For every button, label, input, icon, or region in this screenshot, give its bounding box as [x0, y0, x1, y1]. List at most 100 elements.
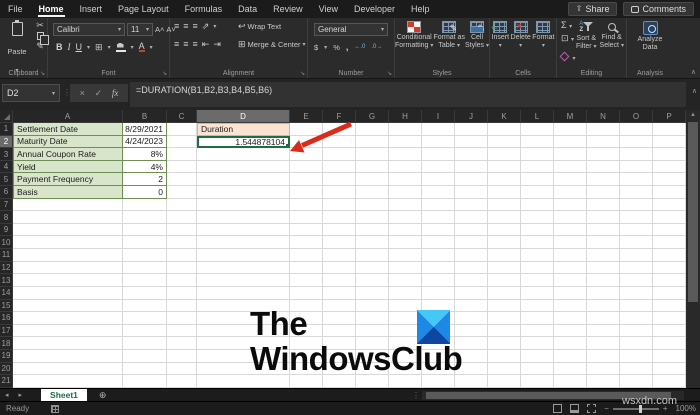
cell-G21[interactable] [356, 375, 389, 388]
cell-G11[interactable] [356, 249, 389, 262]
column-header-B[interactable]: B [123, 110, 167, 123]
insert-function-icon[interactable]: fx [112, 88, 119, 98]
cell-K21[interactable] [488, 375, 521, 388]
comments-button[interactable]: Comments [623, 2, 694, 16]
tab-file[interactable]: File [0, 0, 31, 18]
cell-F11[interactable] [323, 249, 356, 262]
cell-O6[interactable] [620, 186, 653, 199]
select-all-corner[interactable] [0, 110, 13, 123]
cell-D12[interactable] [197, 261, 290, 275]
cell-L15[interactable] [521, 299, 554, 313]
cell-B7[interactable] [123, 198, 167, 212]
cell-G3[interactable] [356, 148, 389, 161]
cell-F4[interactable] [323, 160, 356, 174]
cell-B12[interactable] [123, 261, 167, 275]
cell-I13[interactable] [422, 274, 455, 287]
cell-G8[interactable] [356, 211, 389, 224]
cell-P18[interactable] [653, 337, 686, 350]
expand-formula-bar-icon[interactable]: ∧ [692, 87, 697, 95]
row-header-10[interactable]: 10 [0, 236, 13, 250]
cell-H21[interactable] [389, 375, 422, 388]
cell-O7[interactable] [620, 198, 653, 212]
cell-H1[interactable] [389, 123, 422, 136]
underline-dropdown-icon[interactable]: ▾ [87, 44, 90, 51]
cell-M7[interactable] [554, 198, 587, 212]
align-bottom-icon[interactable]: ≡ [193, 22, 198, 31]
cell-J1[interactable] [455, 123, 488, 136]
cell-G10[interactable] [356, 236, 389, 250]
cell-A18[interactable] [13, 337, 123, 350]
cell-H11[interactable] [389, 249, 422, 262]
cell-N9[interactable] [587, 223, 620, 237]
column-header-D[interactable]: D [197, 110, 290, 123]
cell-A10[interactable] [13, 236, 123, 250]
row-header-7[interactable]: 7 [0, 198, 13, 212]
cell-M11[interactable] [554, 249, 587, 262]
cell-B10[interactable] [123, 236, 167, 250]
cell-M8[interactable] [554, 211, 587, 224]
row-header-4[interactable]: 4 [0, 160, 13, 174]
tab-review[interactable]: Review [265, 0, 311, 18]
cell-O8[interactable] [620, 211, 653, 224]
cell-M14[interactable] [554, 286, 587, 300]
cell-O3[interactable] [620, 148, 653, 161]
sheet-tab-sheet1[interactable]: Sheet1 [41, 388, 87, 402]
cell-P11[interactable] [653, 249, 686, 262]
align-top-icon[interactable]: ≡ [174, 22, 179, 31]
cell-E11[interactable] [290, 249, 323, 262]
cell-K11[interactable] [488, 249, 521, 262]
cell-G4[interactable] [356, 160, 389, 174]
cell-E2[interactable] [290, 135, 323, 149]
cell-B14[interactable] [123, 286, 167, 300]
cell-K7[interactable] [488, 198, 521, 212]
currency-icon[interactable]: $ [314, 43, 318, 52]
vertical-scrollbar-thumb[interactable] [688, 122, 698, 302]
currency-dropdown-icon[interactable]: ▾ [324, 44, 327, 51]
tab-view[interactable]: View [311, 0, 346, 18]
tab-data[interactable]: Data [230, 0, 265, 18]
analyze-data-button[interactable]: Analyze Data [638, 21, 662, 52]
cell-C16[interactable] [167, 312, 197, 325]
cell-P21[interactable] [653, 375, 686, 388]
cell-O5[interactable] [620, 173, 653, 187]
cell-M9[interactable] [554, 223, 587, 237]
share-button[interactable]: ⇧ Share [567, 2, 618, 16]
cell-O21[interactable] [620, 375, 653, 388]
cell-H7[interactable] [389, 198, 422, 212]
cell-H13[interactable] [389, 274, 422, 287]
row-header-11[interactable]: 11 [0, 249, 13, 262]
delete-cells-button[interactable]: × Delete ▾ [511, 21, 531, 50]
cell-E14[interactable] [290, 286, 323, 300]
sheet-next-icon[interactable]: ▸ [14, 391, 28, 399]
cell-B11[interactable] [123, 249, 167, 262]
cell-C13[interactable] [167, 274, 197, 287]
font-size-select[interactable]: 11 ▾ [127, 23, 153, 36]
cell-G13[interactable] [356, 274, 389, 287]
column-header-M[interactable]: M [554, 110, 587, 123]
cell-K17[interactable] [488, 324, 521, 338]
insert-cells-button[interactable]: ⇐ Insert ▾ [491, 21, 509, 50]
cell-A2[interactable]: Maturity Date [13, 135, 123, 149]
cell-A17[interactable] [13, 324, 123, 338]
cancel-icon[interactable]: × [80, 88, 85, 98]
cell-B3[interactable]: 8% [123, 148, 167, 161]
cell-G6[interactable] [356, 186, 389, 199]
tab-developer[interactable]: Developer [346, 0, 403, 18]
cell-A4[interactable]: Yield [13, 160, 123, 174]
cell-N15[interactable] [587, 299, 620, 313]
row-header-1[interactable]: 1 [0, 123, 13, 136]
cell-L13[interactable] [521, 274, 554, 287]
cell-L12[interactable] [521, 261, 554, 275]
tab-scrollbar-splitter[interactable]: ⋮ [412, 391, 420, 400]
cell-C3[interactable] [167, 148, 197, 161]
cell-O18[interactable] [620, 337, 653, 350]
cell-K20[interactable] [488, 362, 521, 376]
cell-A20[interactable] [13, 362, 123, 376]
cell-I7[interactable] [422, 198, 455, 212]
cell-A7[interactable] [13, 198, 123, 212]
column-header-E[interactable]: E [290, 110, 323, 123]
cell-E1[interactable] [290, 123, 323, 136]
cell-N7[interactable] [587, 198, 620, 212]
cell-C19[interactable] [167, 349, 197, 363]
page-layout-view-icon[interactable] [570, 404, 580, 413]
